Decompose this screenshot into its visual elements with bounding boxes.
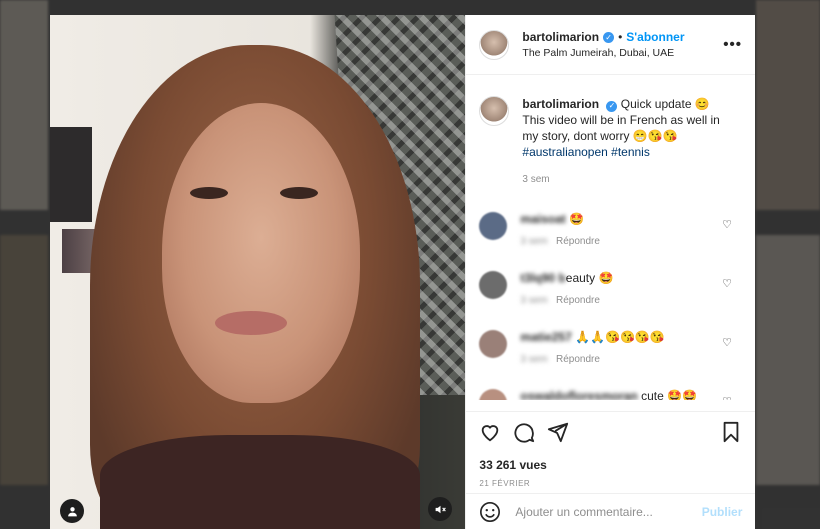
clothing <box>100 435 420 529</box>
author-avatar[interactable] <box>479 29 510 60</box>
verified-badge-icon: ✓ <box>606 100 618 112</box>
right-eye <box>280 187 318 199</box>
emoji-icon[interactable] <box>479 501 501 523</box>
mute-icon <box>435 505 446 513</box>
caption-hashtags[interactable]: #australianopen #tennis <box>522 144 719 160</box>
face <box>162 103 360 403</box>
comment-avatar[interactable] <box>479 389 508 400</box>
comment-username[interactable]: matie257 <box>520 330 571 344</box>
post-location[interactable]: The Palm Jumeirah, Dubai, UAE <box>522 47 723 59</box>
more-options-icon[interactable]: ••• <box>723 36 742 53</box>
post-modal: bartolimarion ✓ • S'abonner The Palm Jum… <box>50 15 756 529</box>
comment-avatar[interactable] <box>479 212 508 240</box>
comment-username[interactable]: t3lq90 b <box>520 271 565 285</box>
comment-text: eauty 🤩 <box>565 271 614 285</box>
comment-avatar[interactable] <box>479 271 508 299</box>
post-date[interactable]: 21 FÉVRIER <box>479 479 742 488</box>
caption-time: 3 sem <box>522 174 550 185</box>
bookmark-icon[interactable] <box>720 421 742 443</box>
lips <box>215 311 287 335</box>
follow-button[interactable]: S'abonner <box>626 30 684 44</box>
post-video[interactable] <box>50 15 466 529</box>
add-comment-bar: Publier <box>466 493 756 529</box>
comment-heart-icon[interactable]: ♡ <box>722 395 732 400</box>
comment-item: matie257 🙏🙏😘😘😘😘 3 sem Répondre ♡ <box>479 330 742 365</box>
comment-heart-icon[interactable]: ♡ <box>722 336 732 349</box>
comment-heart-icon[interactable]: ♡ <box>722 218 732 231</box>
post-actions: 33 261 vues 21 FÉVRIER <box>466 411 756 488</box>
user-tag-button[interactable] <box>60 499 84 523</box>
caption-line-2: This video will be in French as well in <box>522 113 720 127</box>
caption-line-1: Quick update 😊 <box>620 97 710 111</box>
comment-text: 🤩 <box>569 212 585 226</box>
wall-poster <box>50 127 92 222</box>
comment-text: cute 🤩🤩 <box>641 389 698 400</box>
post-caption: bartolimarion ✓ Quick update 😊 This vide… <box>479 96 742 188</box>
publish-button[interactable]: Publier <box>702 505 743 519</box>
post-side-panel: bartolimarion ✓ • S'abonner The Palm Jum… <box>465 15 756 529</box>
comment-icon[interactable] <box>513 421 535 443</box>
caption-username[interactable]: bartolimarion <box>522 97 599 111</box>
comment-item: oswaldofloresmoran cute 🤩🤩 ♡ <box>479 389 742 400</box>
caption-line-3: my story, dont worry 😁😘😘 <box>522 129 678 143</box>
comments-list[interactable]: bartolimarion ✓ Quick update 😊 This vide… <box>466 75 755 400</box>
comment-item: maisoat 🤩 3 sem Répondre ♡ <box>479 212 742 247</box>
share-icon[interactable] <box>547 421 569 443</box>
mute-button[interactable] <box>428 497 452 521</box>
reply-button[interactable]: Répondre <box>556 236 600 247</box>
comment-input[interactable] <box>513 503 702 520</box>
separator-dot: • <box>618 30 623 44</box>
comment-time: 3 sem <box>520 295 548 306</box>
author-username[interactable]: bartolimarion <box>522 30 599 44</box>
comment-time: 3 sem <box>520 354 548 365</box>
comment-time: 3 sem <box>520 236 548 247</box>
comment-heart-icon[interactable]: ♡ <box>722 277 732 290</box>
heart-icon[interactable] <box>479 421 501 443</box>
post-header: bartolimarion ✓ • S'abonner The Palm Jum… <box>466 15 755 75</box>
reply-button[interactable]: Répondre <box>556 295 600 306</box>
comment-avatar[interactable] <box>479 330 508 358</box>
user-icon <box>67 506 77 516</box>
caption-avatar[interactable] <box>479 96 510 126</box>
reply-button[interactable]: Répondre <box>556 354 600 365</box>
comment-username[interactable]: oswaldofloresmoran <box>520 389 637 400</box>
comment-text: 🙏🙏😘😘😘😘 <box>575 330 665 344</box>
comment-username[interactable]: maisoat <box>520 212 565 226</box>
comment-item: t3lq90 beauty 🤩 3 sem Répondre ♡ <box>479 271 742 306</box>
view-count[interactable]: 33 261 vues <box>479 458 742 472</box>
verified-badge-icon: ✓ <box>603 31 615 43</box>
left-eye <box>190 187 228 199</box>
